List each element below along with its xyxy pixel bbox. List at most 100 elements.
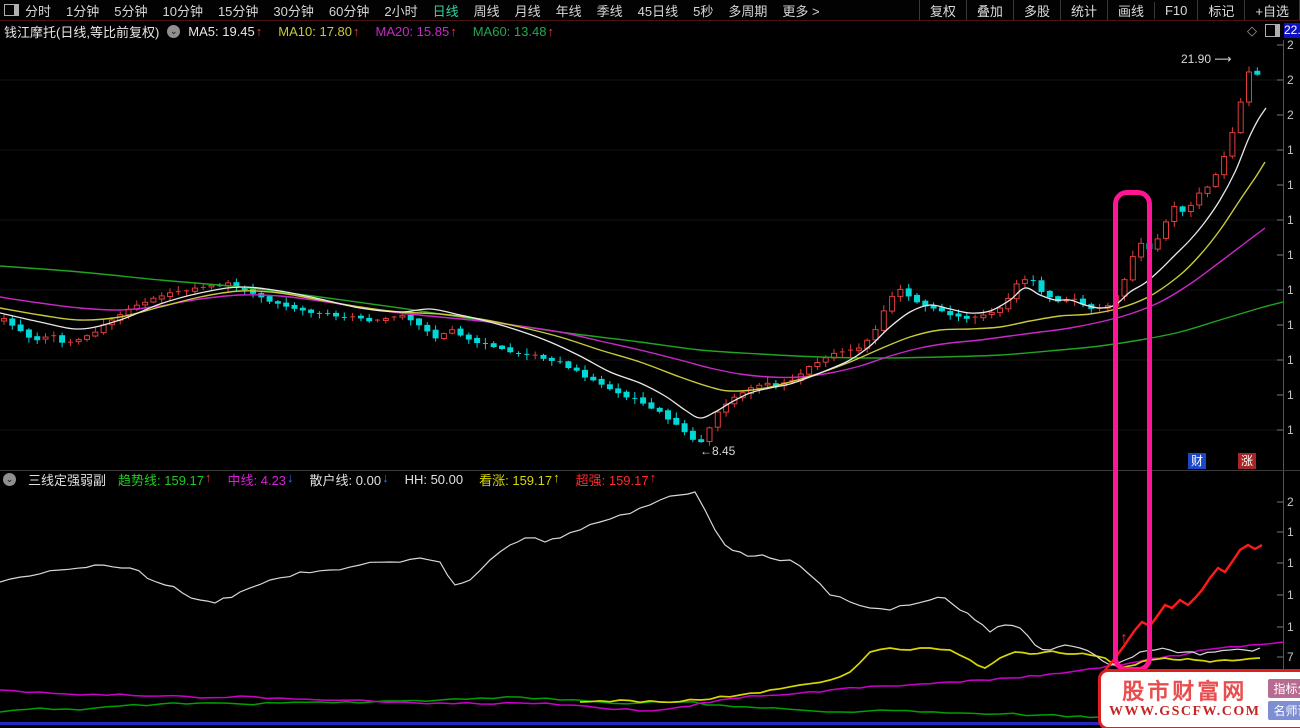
indicator-field: 趋势线: 159.17 ↑ (118, 470, 212, 489)
buy-signal-arrow-icon: ↑ (1120, 630, 1128, 647)
chevron-down-icon[interactable]: ⌄ (3, 473, 16, 486)
stock-title: 钱江摩托(日线,等比前复权) (4, 24, 160, 40)
period-toolbar: 分时 1分钟 5分钟 10分钟 15分钟 30分钟 60分钟 2小时 日线 周线 月线 年线 季线 45日… (0, 0, 1300, 21)
trend-arrow-icon: ↑ (547, 23, 554, 39)
indicator-text: HH: 50.00 (404, 472, 464, 487)
axis-tick-label: 1 (1287, 213, 1294, 227)
axis-tick-label: 1 (1287, 248, 1294, 262)
watermark-badge: 指标分享 (1268, 679, 1300, 698)
axis-tick-label: 2 (1287, 73, 1294, 87)
axis-tick-label: 1 (1287, 525, 1294, 539)
sub-chart-area[interactable] (0, 491, 1283, 719)
toolbar-underline (0, 20, 1300, 21)
toolbar-button[interactable]: 多股 (1012, 0, 1060, 21)
period-menu-item[interactable]: 60分钟 (329, 1, 369, 20)
panel-layout-icon[interactable] (1265, 24, 1280, 37)
indicator-field: 中线: 4.23 ↓ (228, 470, 294, 489)
axis-tick-label: 1 (1287, 143, 1294, 157)
axis-current-price: 22.4 (1284, 23, 1300, 38)
watermark-text: 股市财富网 WWW.GSCFW.COM (1109, 679, 1260, 720)
axis-tick-label: 1 (1287, 283, 1294, 297)
panel-icon-fill (1275, 25, 1279, 36)
trend-arrow-icon: ↑ (353, 23, 360, 39)
header-right-icons: ◇ (1247, 24, 1280, 37)
watermark-url: WWW.GSCFW.COM (1109, 704, 1261, 720)
toolbar-button[interactable]: 复权 (918, 0, 966, 21)
toolbar-button[interactable]: 标记 (1197, 0, 1244, 21)
window-icon-fill (14, 5, 18, 15)
period-menu: 分时 1分钟 5分钟 10分钟 15分钟 30分钟 60分钟 2小时 日线 周线 月线 年线 季线 45日… (25, 1, 820, 20)
period-menu-item[interactable]: 分时 (25, 1, 51, 20)
period-menu-item[interactable]: 5分钟 (114, 1, 147, 20)
sub-indicator-header: ⌄ 三线定强弱副 趋势线: 159.17 ↑ 中线: 4.23 ↓ 散户线: 0.00 ↓… (0, 470, 657, 489)
tag-badges: 财涨 (1188, 453, 1256, 469)
trend-arrow-icon: ↑ (649, 470, 657, 485)
period-menu-item[interactable]: 周线 (474, 1, 500, 20)
period-menu-item[interactable]: 15分钟 (218, 1, 258, 20)
axis-tick-label: 7 (1287, 650, 1294, 664)
trend-arrow-icon: ↑ (255, 23, 263, 39)
price-axis: 2 2 2 1 1 1 1 1 1 1 1 1 2 1 1 1 1 7 (1277, 38, 1294, 721)
period-menu-item[interactable]: 年线 (556, 1, 582, 20)
toolbar-right-buttons: 复权 叠加 多股 统计 画线 F10 标记 +自选 (918, 0, 1300, 21)
ma-text: MA20: 15.85 (375, 23, 450, 39)
period-menu-item[interactable]: 多周期 (728, 1, 767, 20)
axis-tick-label: 2 (1287, 108, 1294, 122)
axis-tick-label: 2 (1287, 495, 1294, 509)
period-menu-item[interactable]: 日线 (433, 1, 459, 20)
window-icon[interactable] (4, 4, 19, 16)
main-chart-area[interactable] (0, 66, 1283, 446)
indicator-text: 散户线: 0.00 (309, 473, 382, 488)
axis-tick-label: 2 (1287, 38, 1294, 52)
indicator-field: HH: 50.00 (405, 472, 464, 487)
period-menu-item[interactable]: 2小时 (384, 1, 417, 20)
axis-tick-label: 1 (1287, 353, 1294, 367)
indicator-field: 看涨: 159.17 ↑ (479, 470, 560, 489)
sub-white-line (0, 491, 1261, 666)
watermark-card: 股市财富网 WWW.GSCFW.COM 指标分享名师课程 (1098, 669, 1300, 728)
watermark-title: 股市财富网 (1122, 678, 1248, 704)
trend-arrow-icon: ↓ (382, 470, 389, 485)
ma-text: MA10: 17.80 (278, 23, 352, 39)
period-menu-item[interactable]: 5秒 (693, 1, 713, 20)
axis-tick-label: 1 (1287, 620, 1294, 634)
trend-arrow-icon: ↑ (450, 23, 457, 39)
ma-field: MA20: 15.85 ↑ (376, 24, 457, 39)
axis-tick-label: 1 (1287, 178, 1294, 192)
toolbar-button[interactable]: 叠加 (965, 0, 1013, 21)
ma10-line (0, 161, 1266, 392)
period-menu-item[interactable]: 10分钟 (162, 1, 202, 20)
axis-tick-label: 1 (1287, 556, 1294, 570)
main-gridlines (0, 79, 1283, 431)
toolbar-button[interactable]: 画线 (1106, 0, 1154, 21)
diamond-icon[interactable]: ◇ (1247, 24, 1257, 37)
tag-badge[interactable]: 财 (1188, 453, 1206, 469)
ma5-line (0, 107, 1267, 419)
highlight-rectangle (1113, 190, 1152, 672)
axis-tick-label: 1 (1287, 423, 1294, 437)
indicator-field: 散户线: 0.00 ↓ (310, 470, 389, 489)
ma-field: MA5: 19.45 ↑ (188, 24, 262, 39)
chart-header: 钱江摩托(日线,等比前复权) ⌄ MA5: 19.45 ↑ MA10: 17.80 ↑… (0, 23, 554, 40)
axis-tick-label: 1 (1287, 318, 1294, 332)
chart-canvas[interactable]: 2 2 2 1 1 1 1 1 1 1 1 1 2 1 1 1 1 7 (0, 0, 1300, 728)
trend-arrow-icon: ↓ (287, 470, 294, 485)
toolbar-button[interactable]: +自选 (1244, 0, 1299, 21)
ma-values: MA5: 19.45 ↑ MA10: 17.80 ↑ MA20: 15.85 ↑ MA60:… (188, 24, 554, 39)
indicator-text: 超强: 159.17 (575, 473, 649, 488)
sub-indicator-name: 三线定强弱副 (28, 473, 107, 488)
axis-tick-label: 1 (1287, 388, 1294, 402)
ma-text: MA60: 13.48 (472, 23, 547, 39)
toolbar-button[interactable]: 统计 (1059, 0, 1107, 21)
indicator-text: 趋势线: 159.17 (118, 473, 205, 488)
period-menu-item[interactable]: 45日线 (638, 1, 678, 20)
period-menu-item[interactable]: 季线 (597, 1, 623, 20)
period-menu-item[interactable]: 更多 > (782, 1, 819, 20)
period-menu-item[interactable]: 30分钟 (273, 1, 313, 20)
chevron-down-icon[interactable]: ⌄ (167, 24, 181, 38)
period-menu-item[interactable]: 1分钟 (66, 1, 99, 20)
watermark-badge: 名师课程 (1268, 701, 1300, 720)
period-menu-item[interactable]: 月线 (515, 1, 541, 20)
toolbar-button[interactable]: F10 (1153, 1, 1197, 19)
tag-badge[interactable]: 涨 (1238, 453, 1256, 469)
